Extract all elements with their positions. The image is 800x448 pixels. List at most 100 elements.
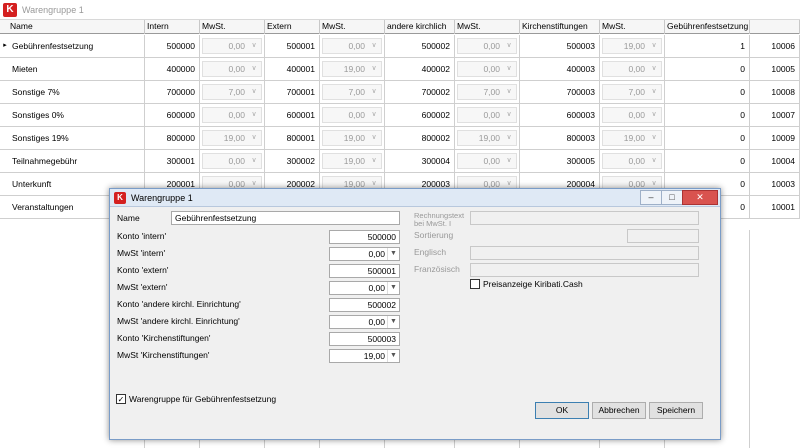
mwst-combo[interactable]: 0,00∨ (202, 61, 262, 77)
mwst-combo[interactable]: 0,00∨ (202, 107, 262, 123)
speichern-button[interactable]: Speichern (649, 402, 703, 419)
mwst-cell[interactable]: 7,00 ∨ (320, 81, 385, 103)
chevron-down-icon[interactable]: ∨ (648, 40, 660, 52)
gebuehr-cell[interactable]: 0 (665, 127, 750, 149)
chevron-down-icon[interactable]: ∨ (368, 86, 380, 98)
nr-cell[interactable]: 10008 (750, 81, 800, 103)
kirchen-cell[interactable]: 700003 (520, 81, 600, 103)
mwst-combo[interactable]: 19,00∨ (602, 38, 662, 54)
abbrechen-button[interactable]: Abbrechen (592, 402, 646, 419)
intern-cell[interactable]: 400000 (145, 58, 200, 80)
chevron-down-icon[interactable]: ∨ (503, 40, 515, 52)
column-header[interactable]: MwSt. (320, 20, 385, 34)
column-header[interactable]: Extern (265, 20, 320, 34)
extern-cell[interactable]: 800001 (265, 127, 320, 149)
extern-cell[interactable]: 600001 (265, 104, 320, 126)
column-header[interactable]: MwSt. (455, 20, 520, 34)
mwst-cell[interactable]: 0,00∨ (600, 150, 665, 172)
mwst-cell[interactable]: 19,00∨ (600, 127, 665, 149)
chevron-down-icon[interactable]: ▼ (387, 350, 399, 362)
mwst-combo[interactable]: 0,00∨ (322, 107, 382, 123)
mwst-cell[interactable]: 7,00 ∨ (200, 81, 265, 103)
konto-kirchen-input[interactable]: 500003 (329, 332, 400, 346)
chevron-down-icon[interactable]: ∨ (368, 109, 380, 121)
kirchen-cell[interactable]: 400003 (520, 58, 600, 80)
mwst-combo[interactable]: 0,00∨ (202, 153, 262, 169)
close-icon[interactable]: ✕ (682, 190, 718, 205)
name-cell[interactable]: Teilnahmegebühr (0, 150, 145, 172)
mwst-combo[interactable]: 19,00∨ (602, 130, 662, 146)
column-header[interactable]: Gebührenfestsetzung # (665, 20, 750, 34)
intern-cell[interactable]: 600000 (145, 104, 200, 126)
mwst-combo[interactable]: 0,00∨ (602, 107, 662, 123)
mwst-combo[interactable]: 0,00∨ (457, 38, 517, 54)
chevron-down-icon[interactable]: ∨ (648, 63, 660, 75)
mwst-cell[interactable]: 0,00∨ (320, 35, 385, 57)
chevron-down-icon[interactable]: ▼ (387, 316, 399, 328)
mwst-cell[interactable]: 19,00∨ (455, 127, 520, 149)
name-cell[interactable]: Mieten (0, 58, 145, 80)
kirchen-cell[interactable]: 500003 (520, 35, 600, 57)
mwst-cell[interactable]: 19,00∨ (200, 127, 265, 149)
gebuehr-cell[interactable]: 1 (665, 35, 750, 57)
table-row[interactable]: Sonstige 7% 700000 7,00 ∨ 700001 7,00 ∨ 700002 7… (0, 81, 800, 104)
mwst-cell[interactable]: 0,00∨ (200, 58, 265, 80)
franzoesisch-input[interactable] (470, 263, 699, 277)
intern-cell[interactable]: 300001 (145, 150, 200, 172)
column-header[interactable]: Kirchenstiftungen (520, 20, 600, 34)
nr-cell[interactable]: 10005 (750, 58, 800, 80)
mwst-kirchen-select[interactable]: 19,00 ▼ (329, 349, 400, 363)
mwst-cell[interactable]: 7,00 ∨ (600, 81, 665, 103)
chevron-down-icon[interactable]: ▼ (387, 248, 399, 260)
preisanzeige-checkbox[interactable]: Preisanzeige Kiribati.Cash (470, 279, 583, 289)
maximize-icon[interactable]: □ (661, 190, 683, 205)
mwst-combo[interactable]: 19,00∨ (457, 130, 517, 146)
mwst-combo[interactable]: 7,00 ∨ (457, 84, 517, 100)
mwst-cell[interactable]: 19,00∨ (320, 58, 385, 80)
chevron-down-icon[interactable]: ∨ (248, 132, 260, 144)
konto-intern-input[interactable]: 500000 (329, 230, 400, 244)
nr-cell[interactable]: 10007 (750, 104, 800, 126)
minimize-icon[interactable]: – (640, 190, 662, 205)
checkbox-icon[interactable] (470, 279, 480, 289)
table-row[interactable]: Mieten 400000 0,00 ∨ 400001 19,00 ∨ 400002 0,00 ∨… (0, 58, 800, 81)
chevron-down-icon[interactable]: ∨ (248, 86, 260, 98)
mwst-cell[interactable]: 0,00∨ (600, 104, 665, 126)
name-cell[interactable]: Gebührenfestsetzung (0, 35, 145, 57)
column-header[interactable]: Name (0, 20, 145, 34)
chevron-down-icon[interactable]: ∨ (368, 155, 380, 167)
gebuehr-cell[interactable]: 0 (665, 58, 750, 80)
checkmark-icon[interactable]: ✓ (116, 394, 126, 404)
andere-cell[interactable]: 400002 (385, 58, 455, 80)
mwst-combo[interactable]: 0,00∨ (202, 38, 262, 54)
nr-cell[interactable]: 10004 (750, 150, 800, 172)
name-cell[interactable]: Sonstiges 0% (0, 104, 145, 126)
englisch-input[interactable] (470, 246, 699, 260)
nr-cell[interactable]: 10001 (750, 196, 800, 218)
mwst-combo[interactable]: 19,00∨ (322, 61, 382, 77)
mwst-cell[interactable]: 19,00∨ (320, 150, 385, 172)
table-row[interactable]: Sonstiges 19% 800000 19,00 ∨ 800001 19,00 ∨ 800… (0, 127, 800, 150)
intern-cell[interactable]: 700000 (145, 81, 200, 103)
mwst-cell[interactable]: 19,00∨ (600, 35, 665, 57)
andere-cell[interactable]: 700002 (385, 81, 455, 103)
gebuehr-cell[interactable]: 0 (665, 81, 750, 103)
chevron-down-icon[interactable]: ∨ (648, 155, 660, 167)
chevron-down-icon[interactable]: ∨ (248, 40, 260, 52)
mwst-combo[interactable]: 0,00∨ (457, 153, 517, 169)
column-header[interactable]: MwSt. (200, 20, 265, 34)
name-input[interactable]: Gebührenfestsetzung (171, 211, 400, 225)
mwst-combo[interactable]: 19,00∨ (322, 153, 382, 169)
kirchen-cell[interactable]: 600003 (520, 104, 600, 126)
nr-cell[interactable]: 10009 (750, 127, 800, 149)
column-header[interactable]: andere kirchlich (385, 20, 455, 34)
rechnungstext-input[interactable] (470, 211, 699, 225)
mwst-intern-select[interactable]: 0,00 ▼ (329, 247, 400, 261)
chevron-down-icon[interactable]: ∨ (503, 109, 515, 121)
mwst-combo[interactable]: 0,00∨ (457, 107, 517, 123)
andere-cell[interactable]: 600002 (385, 104, 455, 126)
mwst-cell[interactable]: 0,00∨ (455, 150, 520, 172)
chevron-down-icon[interactable]: ∨ (248, 63, 260, 75)
chevron-down-icon[interactable]: ∨ (503, 155, 515, 167)
mwst-cell[interactable]: 0,00∨ (320, 104, 385, 126)
